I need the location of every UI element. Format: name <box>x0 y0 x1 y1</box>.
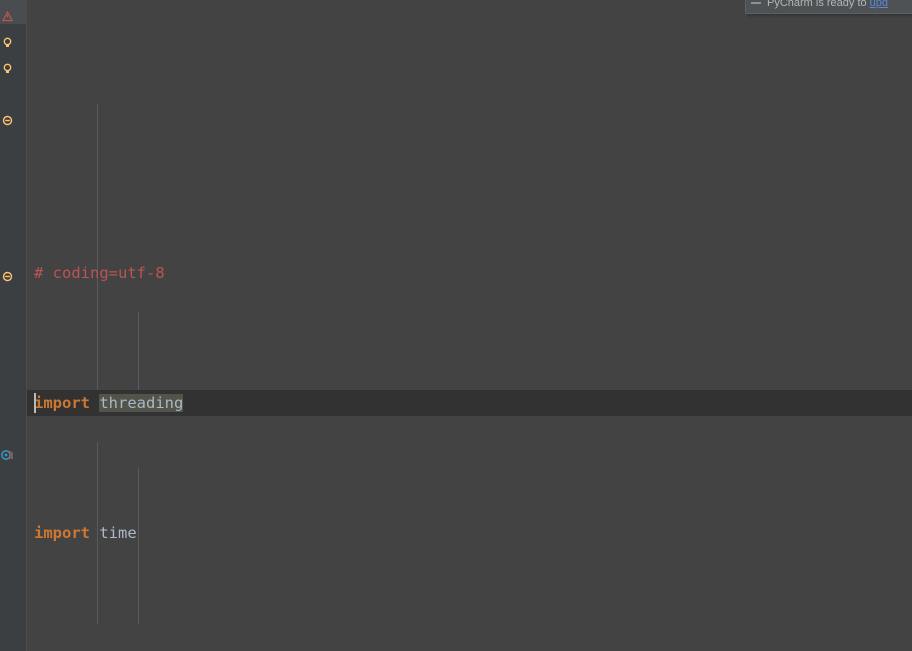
code-content[interactable]: # coding=utf-8 import threading import t… <box>27 0 912 651</box>
override-method-icon[interactable] <box>1 447 14 460</box>
token-module-threading: threading <box>99 394 184 412</box>
expand-marker[interactable] <box>2 111 13 126</box>
code-line[interactable]: # coding=utf-8 <box>27 260 912 286</box>
indent-guide <box>138 468 139 624</box>
notification-shadow <box>747 14 912 18</box>
token-comment: # coding=utf-8 <box>34 264 165 282</box>
pycharm-editor-window: PyCharm is ready to upd # coding=utf-8 i… <box>0 0 912 651</box>
token-keyword-import: import <box>34 394 90 412</box>
expand-marker[interactable] <box>2 267 13 282</box>
notification-balloon[interactable]: PyCharm is ready to upd <box>745 0 912 14</box>
token-module-time: time <box>99 524 137 542</box>
bulb-marker[interactable] <box>2 33 13 47</box>
text-caret <box>34 393 36 413</box>
minimize-icon[interactable] <box>750 0 762 9</box>
editor-gutter[interactable] <box>0 0 26 651</box>
token-keyword-import: import <box>34 524 90 542</box>
code-line-current[interactable]: import threading <box>27 390 912 416</box>
warning-marker[interactable] <box>2 7 13 22</box>
notification-text: PyCharm is ready to <box>767 0 867 9</box>
code-line[interactable]: import time <box>27 520 912 546</box>
bulb-marker[interactable] <box>2 59 13 73</box>
gutter-divider <box>26 0 27 651</box>
notification-link[interactable]: upd <box>870 0 888 9</box>
